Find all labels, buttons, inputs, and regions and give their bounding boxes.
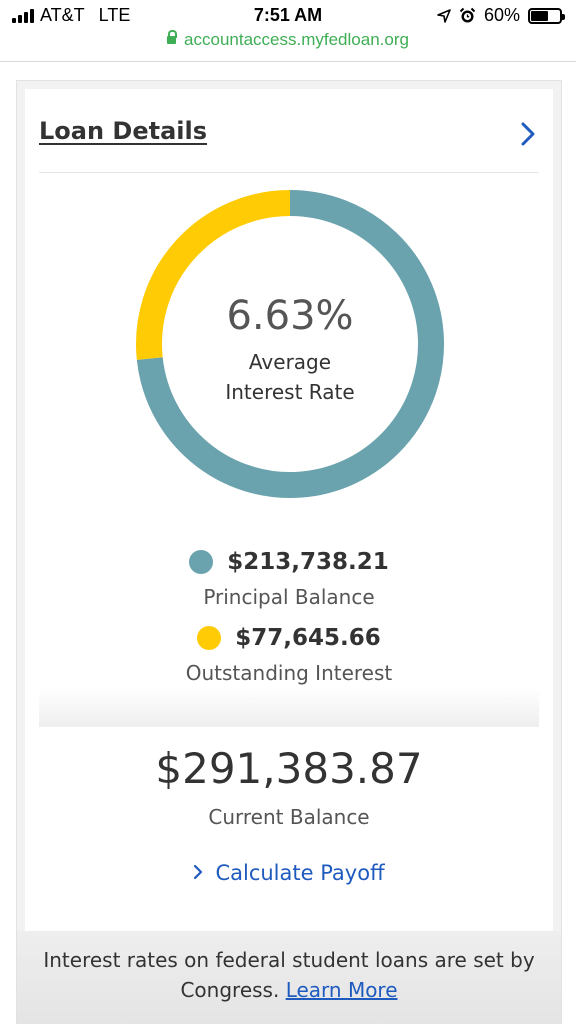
current-balance-label: Current Balance <box>208 805 370 829</box>
calculate-payoff-link[interactable]: Calculate Payoff <box>25 861 553 885</box>
chevron-right-icon <box>194 864 203 880</box>
status-bar: AT&T LTE 7:51 AM 60% <box>0 0 576 32</box>
battery-icon <box>528 7 565 24</box>
interest-dot <box>197 626 222 650</box>
current-balance-amount: $291,383.87 <box>155 744 423 793</box>
page-container: Loan Details 6.63% Average Interest Rate… <box>16 80 562 1024</box>
footer-note: Interest rates on federal student loans … <box>17 931 561 1024</box>
legend-interest: $77,645.66 Outstanding Interest <box>25 625 553 685</box>
rate-label-line1: Average <box>248 350 332 374</box>
average-rate-label: Average Interest Rate <box>135 347 445 407</box>
donut-center: 6.63% Average Interest Rate <box>135 189 445 499</box>
card-title[interactable]: Loan Details <box>39 117 207 145</box>
principal-amount: $213,738.21 <box>227 549 389 575</box>
lock-icon <box>167 30 178 44</box>
learn-more-link[interactable]: Learn More <box>286 978 398 1002</box>
divider <box>0 61 576 62</box>
average-rate-value: 6.63% <box>226 293 354 339</box>
legend-principal: $213,738.21 Principal Balance <box>25 549 553 609</box>
loan-details-card: Loan Details 6.63% Average Interest Rate… <box>25 89 553 939</box>
principal-dot <box>189 550 214 574</box>
alarm-clock-icon <box>459 7 476 23</box>
principal-label: Principal Balance <box>203 585 375 609</box>
status-right: 60% <box>437 5 565 26</box>
interest-amount: $77,645.66 <box>235 625 381 651</box>
calculate-payoff-label: Calculate Payoff <box>215 861 385 885</box>
chevron-right-icon[interactable] <box>517 121 539 147</box>
location-arrow-icon <box>437 8 451 23</box>
card-header: Loan Details <box>39 117 539 173</box>
section-divider <box>39 689 539 727</box>
battery-percent: 60% <box>483 5 520 25</box>
rate-label-line2: Interest Rate <box>225 380 355 404</box>
address-bar[interactable]: accountaccess.myfedloan.org <box>0 30 576 60</box>
interest-label: Outstanding Interest <box>185 661 393 685</box>
url-text: accountaccess.myfedloan.org <box>184 30 409 49</box>
